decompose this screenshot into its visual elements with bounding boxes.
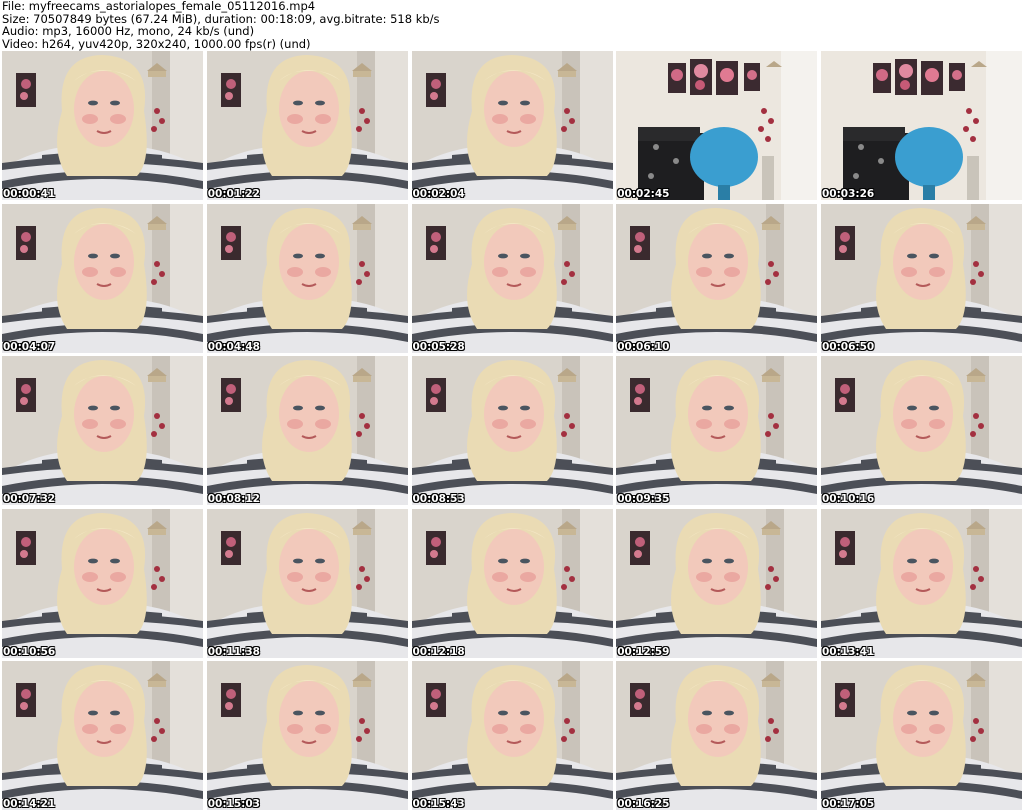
thumbnail-timestamp: 00:06:50 xyxy=(822,340,875,353)
video-thumbnail: 00:01:22 xyxy=(206,51,408,200)
video-thumbnail: 00:02:45 xyxy=(616,51,818,200)
file-info-header: File: myfreecams_astorialopes_female_051… xyxy=(2,0,1022,50)
thumbnail-timestamp: 00:05:28 xyxy=(412,340,465,353)
video-thumbnail: 00:04:48 xyxy=(206,203,408,353)
video-thumbnail: 00:08:12 xyxy=(206,356,408,505)
video-thumbnail: 00:13:41 xyxy=(821,508,1022,658)
video-thumbnail: 00:09:35 xyxy=(616,356,818,505)
video-thumbnail: 00:12:18 xyxy=(411,508,613,658)
thumbnail-timestamp: 00:12:59 xyxy=(617,645,670,658)
thumbnail-timestamp: 00:07:32 xyxy=(3,493,56,505)
video-thumbnail: 00:14:21 xyxy=(2,661,203,810)
thumbnail-timestamp: 00:08:12 xyxy=(207,493,260,505)
video-info-line: Video: h264, yuv420p, 320x240, 1000.00 f… xyxy=(2,36,311,51)
thumbnail-timestamp: 00:14:21 xyxy=(3,798,56,810)
thumbnail-timestamp: 00:17:05 xyxy=(822,798,875,810)
thumbnail-timestamp: 00:15:43 xyxy=(412,798,465,810)
video-thumbnail: 00:02:04 xyxy=(411,51,613,200)
thumbnail-timestamp: 00:02:04 xyxy=(412,188,465,200)
thumbnail-timestamp: 00:06:10 xyxy=(617,340,670,353)
video-thumbnail: 00:16:25 xyxy=(616,661,818,810)
thumbnail-timestamp: 00:12:18 xyxy=(412,645,465,658)
video-thumbnail: 00:15:03 xyxy=(206,661,408,810)
video-thumbnail: 00:00:41 xyxy=(2,51,203,200)
video-thumbnail: 00:15:43 xyxy=(411,661,613,810)
thumbnail-timestamp: 00:09:35 xyxy=(617,493,670,505)
thumbnail-timestamp: 00:08:53 xyxy=(412,493,465,505)
thumbnail-timestamp: 00:04:07 xyxy=(3,340,56,353)
thumbnail-timestamp: 00:16:25 xyxy=(617,798,670,810)
thumbnail-timestamp: 00:02:45 xyxy=(617,188,670,200)
thumbnail-grid: 00:00:41 00:01:22 00:02:04 00:02:45 00:0… xyxy=(2,51,1022,810)
video-thumbnail: 00:12:59 xyxy=(616,508,818,658)
thumbnail-timestamp: 00:10:16 xyxy=(822,493,875,505)
video-thumbnail: 00:05:28 xyxy=(411,203,613,353)
thumbnail-timestamp: 00:03:26 xyxy=(822,188,875,200)
audio-info-line: Audio: mp3, 16000 Hz, mono, 24 kb/s (und… xyxy=(2,24,255,38)
thumbnail-timestamp: 00:01:22 xyxy=(207,188,260,200)
thumbnail-timestamp: 00:13:41 xyxy=(822,645,875,658)
video-thumbnail: 00:03:26 xyxy=(821,51,1022,200)
thumbnail-timestamp: 00:04:48 xyxy=(207,340,260,353)
video-thumbnail: 00:07:32 xyxy=(2,356,203,505)
thumbnail-timestamp: 00:15:03 xyxy=(207,798,260,810)
video-thumbnail: 00:11:38 xyxy=(206,508,408,658)
thumbnail-timestamp: 00:00:41 xyxy=(3,188,56,200)
thumbnail-timestamp: 00:10:56 xyxy=(3,645,56,658)
file-name-line: File: myfreecams_astorialopes_female_051… xyxy=(2,0,316,13)
video-thumbnail: 00:10:16 xyxy=(821,356,1022,505)
video-thumbnail: 00:17:05 xyxy=(821,661,1022,810)
video-thumbnail: 00:04:07 xyxy=(2,203,203,353)
video-thumbnail: 00:08:53 xyxy=(411,356,613,505)
thumbnail-timestamp: 00:11:38 xyxy=(207,645,260,658)
video-thumbnail: 00:10:56 xyxy=(2,508,203,658)
video-thumbnail: 00:06:50 xyxy=(821,203,1022,353)
video-thumbnail: 00:06:10 xyxy=(616,203,818,353)
